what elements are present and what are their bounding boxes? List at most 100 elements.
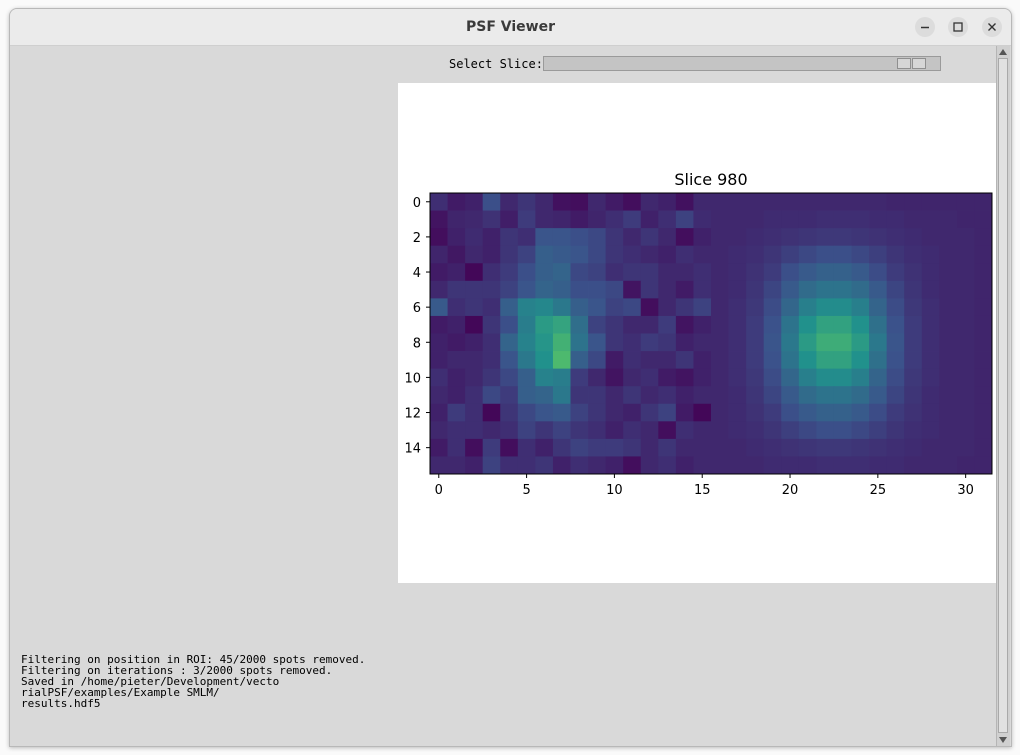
heatmap-cell	[623, 193, 642, 211]
heatmap-cell	[781, 333, 800, 352]
heatmap-cell	[781, 280, 800, 299]
heatmap-cell	[605, 351, 624, 370]
heatmap-cell	[517, 403, 536, 422]
heatmap-cell	[956, 193, 975, 211]
heatmap-cell	[763, 263, 782, 282]
heatmap-cell	[851, 386, 870, 405]
scrollbar-thumb[interactable]	[998, 58, 1008, 733]
heatmap-cell	[869, 315, 888, 334]
scroll-up-arrow-icon[interactable]	[999, 49, 1007, 55]
heatmap-cell	[763, 403, 782, 422]
heatmap-cell	[535, 351, 554, 370]
heatmap-cell	[763, 193, 782, 211]
heatmap-cell	[430, 351, 448, 370]
heatmap-cell	[588, 386, 607, 405]
heatmap-cell	[430, 438, 448, 457]
psf-plot-canvas[interactable]: Slice 980 0 5 10 15 20 25 30 0 2 4 6 8 10 12 14	[398, 83, 996, 583]
heatmap-cell	[904, 368, 923, 387]
heatmap-cell	[728, 315, 747, 334]
heatmap-cell	[623, 298, 642, 317]
heatmap-cell	[921, 228, 940, 247]
heatmap-cell	[869, 403, 888, 422]
heatmap-cell	[658, 263, 677, 282]
slider-handle-secondary[interactable]	[912, 58, 926, 69]
heatmap-cell	[781, 315, 800, 334]
scroll-down-arrow-icon[interactable]	[999, 737, 1007, 743]
heatmap-cell	[939, 263, 958, 282]
slice-slider[interactable]	[543, 56, 941, 71]
heatmap-cell	[746, 438, 765, 457]
heatmap-cell	[886, 438, 905, 457]
heatmap-cell	[570, 386, 589, 405]
heatmap-cell	[869, 280, 888, 299]
slider-handle[interactable]	[897, 58, 911, 69]
heatmap-cell	[711, 193, 729, 211]
heatmap-cell	[605, 193, 624, 211]
heatmap-cell	[605, 263, 624, 282]
heatmap-cell	[711, 403, 729, 422]
heatmap-cell	[517, 456, 536, 475]
heatmap-cell	[956, 456, 975, 475]
heatmap-cell	[465, 368, 484, 387]
heatmap-cell	[763, 368, 782, 387]
heatmap-cell	[658, 315, 677, 334]
heatmap-cell	[956, 263, 975, 282]
heatmap-cell	[623, 228, 642, 247]
heatmap-cell	[570, 280, 589, 299]
heatmap-cell	[763, 298, 782, 317]
heatmap-cell	[430, 298, 448, 317]
heatmap-cell	[939, 351, 958, 370]
heatmap-cell	[640, 315, 659, 334]
heatmap-cell	[781, 263, 800, 282]
close-button[interactable]	[982, 17, 1002, 37]
heatmap-cell	[588, 245, 607, 264]
vertical-scrollbar[interactable]	[996, 46, 1010, 746]
heatmap-cell	[746, 368, 765, 387]
y-tick-label: 14	[404, 442, 421, 457]
heatmap-cell	[956, 351, 975, 370]
heatmap-cell	[535, 210, 554, 229]
heatmap-cell	[974, 193, 993, 211]
heatmap-cell	[886, 280, 905, 299]
heatmap-cell	[517, 351, 536, 370]
heatmap-cell	[974, 280, 993, 299]
heatmap-cell	[693, 263, 712, 282]
heatmap-cell	[711, 263, 729, 282]
heatmap-cell	[956, 403, 975, 422]
heatmap-cell	[535, 456, 554, 475]
heatmap-cell	[851, 456, 870, 475]
heatmap-cell	[974, 228, 993, 247]
heatmap-cell	[693, 438, 712, 457]
heatmap-cell	[728, 438, 747, 457]
heatmap-cell	[430, 210, 448, 229]
heatmap-cell	[552, 421, 571, 440]
heatmap-cell	[570, 315, 589, 334]
minimize-button[interactable]	[915, 17, 935, 37]
heatmap-cell	[869, 333, 888, 352]
heatmap-cell	[500, 351, 519, 370]
heatmap-cell	[728, 280, 747, 299]
y-tick-label: 12	[404, 407, 421, 422]
heatmap-cell	[728, 298, 747, 317]
heatmap-cell	[886, 298, 905, 317]
heatmap-cell	[798, 351, 817, 370]
heatmap-cell	[658, 333, 677, 352]
heatmap-cell	[482, 386, 501, 405]
heatmap-cell	[500, 403, 519, 422]
heatmap-cell	[640, 228, 659, 247]
heatmap-cell	[623, 245, 642, 264]
title-bar[interactable]: PSF Viewer	[10, 9, 1011, 46]
heatmap-cell	[746, 456, 765, 475]
psf-viewer-window: PSF Viewer Select Slice: Slice 980 0 5 10 15…	[9, 8, 1012, 747]
heatmap-cell	[781, 193, 800, 211]
heatmap-cell	[904, 333, 923, 352]
heatmap-cell	[447, 386, 466, 405]
heatmap-cell	[447, 368, 466, 387]
heatmap-cell	[746, 333, 765, 352]
heatmap-cell	[605, 403, 624, 422]
heatmap-cell	[465, 315, 484, 334]
heatmap-cell	[430, 280, 448, 299]
heatmap-cell	[711, 351, 729, 370]
maximize-button[interactable]	[948, 17, 968, 37]
y-tick-label: 6	[413, 301, 421, 316]
